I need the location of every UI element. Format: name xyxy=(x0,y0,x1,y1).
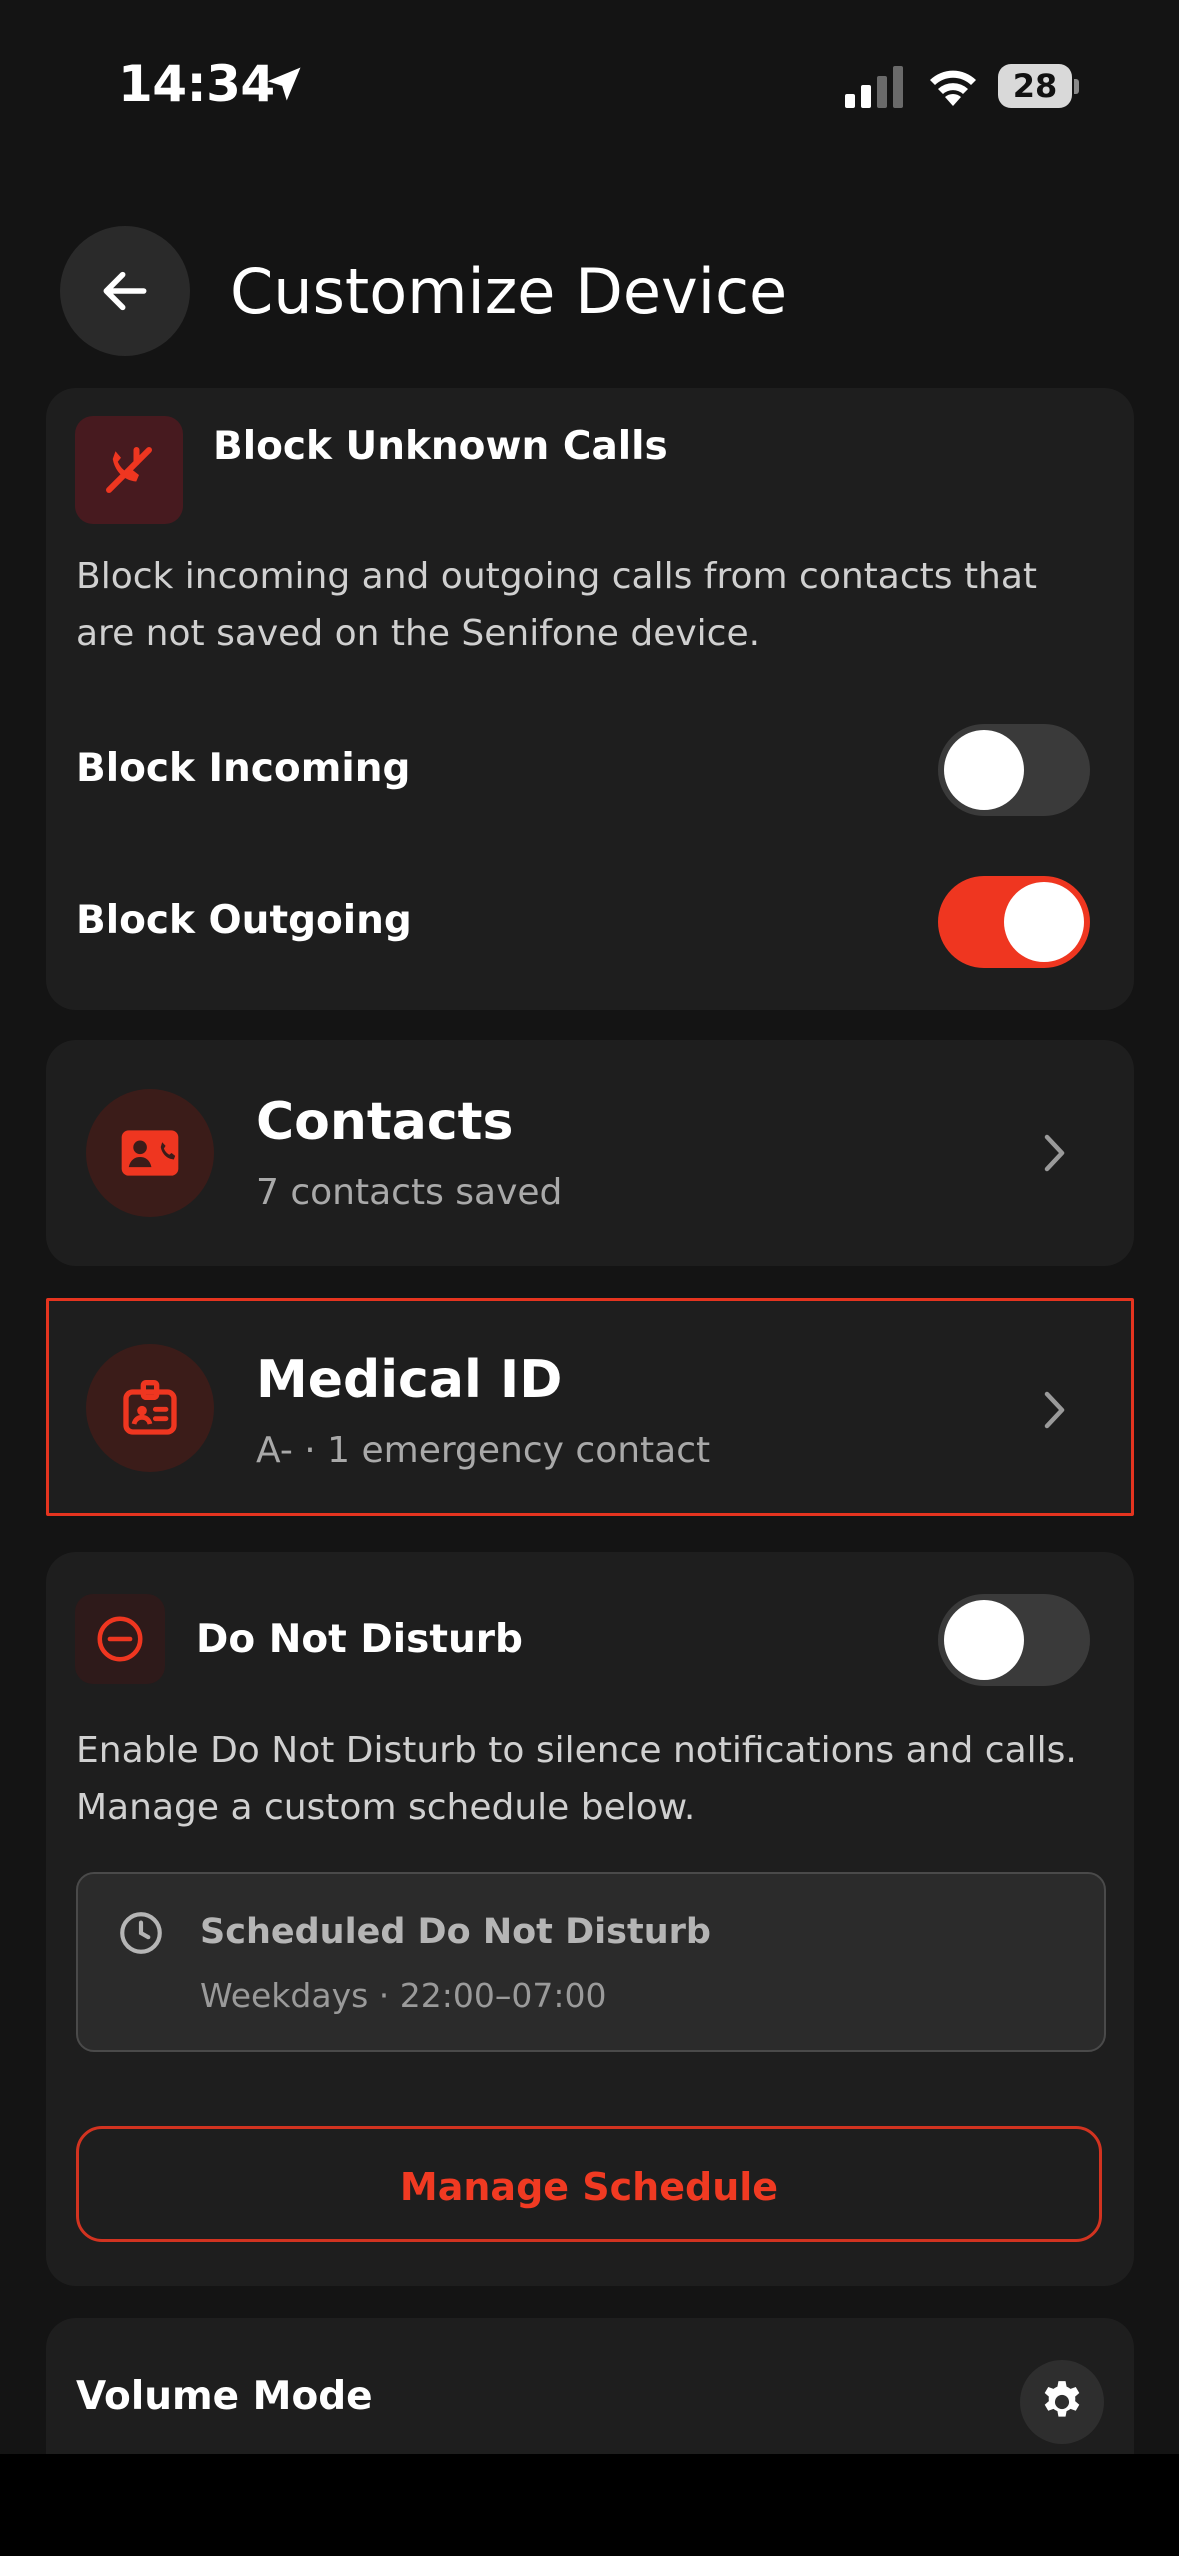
block-unknown-description: Block incoming and outgoing calls from c… xyxy=(76,548,1037,662)
manage-schedule-button[interactable]: Manage Schedule xyxy=(76,2126,1102,2242)
block-outgoing-label: Block Outgoing xyxy=(76,898,412,943)
block-outgoing-toggle[interactable] xyxy=(938,876,1090,968)
contacts-icon-container xyxy=(86,1089,214,1217)
chevron-right-icon xyxy=(1044,1134,1065,1172)
dnd-description-line1: Enable Do Not Disturb to silence notific… xyxy=(76,1730,1077,1771)
block-unknown-calls-title: Block Unknown Calls xyxy=(213,424,668,469)
id-badge-icon xyxy=(123,1380,177,1435)
block-incoming-label: Block Incoming xyxy=(76,746,411,791)
block-incoming-toggle[interactable] xyxy=(938,724,1090,816)
battery-indicator: 28 xyxy=(998,64,1080,110)
contacts-title: Contacts xyxy=(256,1092,514,1152)
block-calls-icon-container xyxy=(75,416,183,524)
cellular-signal-icon xyxy=(845,66,903,108)
dnd-icon-container xyxy=(75,1594,165,1684)
dnd-title: Do Not Disturb xyxy=(196,1617,523,1662)
minus-circle-icon xyxy=(97,1616,143,1662)
toggle-knob xyxy=(944,1600,1024,1680)
status-time: 14:34 xyxy=(118,55,275,113)
scheduled-dnd-title: Scheduled Do Not Disturb xyxy=(200,1912,711,1952)
contact-card-icon xyxy=(121,1130,179,1176)
dnd-toggle[interactable] xyxy=(938,1594,1090,1686)
block-unknown-calls-card: Block Unknown Calls Block incoming and o… xyxy=(46,388,1134,1010)
medical-id-row[interactable]: Medical ID A- · 1 emergency contact xyxy=(46,1298,1134,1516)
volume-mode-title: Volume Mode xyxy=(76,2374,373,2419)
phone-blocked-icon xyxy=(106,447,152,493)
battery-level: 28 xyxy=(1012,67,1058,105)
page-title: Customize Device xyxy=(230,255,788,328)
volume-settings-button[interactable] xyxy=(1020,2360,1104,2444)
toggle-knob xyxy=(944,730,1024,810)
back-button[interactable] xyxy=(60,226,190,356)
medical-id-subtitle: A- · 1 emergency contact xyxy=(256,1430,711,1471)
block-unknown-description-line2: are not saved on the Senifone device. xyxy=(76,613,761,654)
medical-id-title: Medical ID xyxy=(256,1350,563,1410)
scheduled-dnd-box: Scheduled Do Not Disturb Weekdays · 22:0… xyxy=(76,1872,1106,2052)
chevron-right-icon xyxy=(1044,1391,1065,1429)
arrow-left-icon xyxy=(103,271,147,311)
scheduled-dnd-detail: Weekdays · 22:00–07:00 xyxy=(200,1976,607,2015)
medical-id-icon-container xyxy=(86,1344,214,1472)
location-arrow-icon xyxy=(267,67,301,101)
contacts-row[interactable]: Contacts 7 contacts saved xyxy=(46,1040,1134,1266)
bottom-bar xyxy=(0,2454,1179,2556)
wifi-icon xyxy=(930,70,976,106)
dnd-description: Enable Do Not Disturb to silence notific… xyxy=(76,1722,1077,1836)
toggle-knob xyxy=(1004,882,1084,962)
clock-icon xyxy=(120,1912,162,1954)
gear-icon xyxy=(1044,2381,1080,2417)
dnd-description-line2: Manage a custom schedule below. xyxy=(76,1787,696,1828)
block-unknown-description-line1: Block incoming and outgoing calls from c… xyxy=(76,556,1038,597)
do-not-disturb-card: Do Not Disturb Enable Do Not Disturb to … xyxy=(46,1552,1134,2286)
contacts-subtitle: 7 contacts saved xyxy=(256,1172,563,1213)
